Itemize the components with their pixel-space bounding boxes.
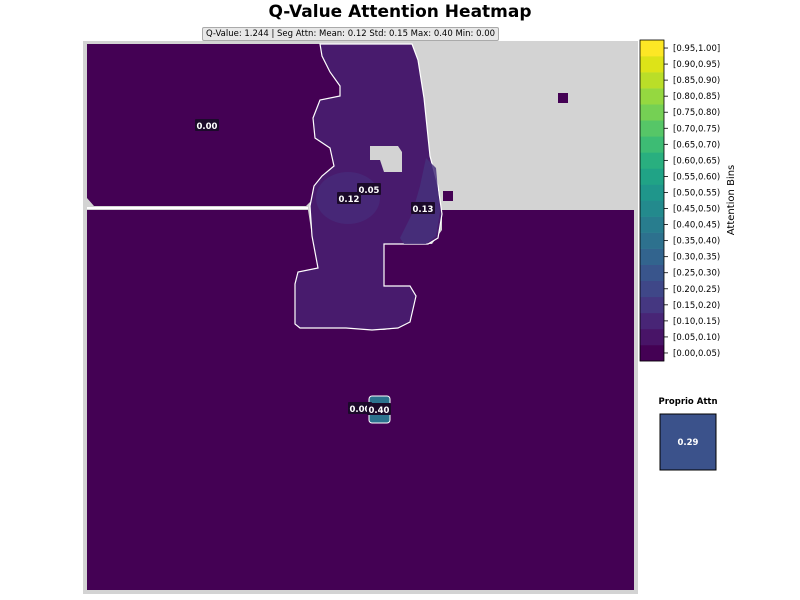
region-label-text: 0.12: [339, 195, 360, 205]
small-square: [558, 93, 568, 103]
colorbar-tick-label: [0.25,0.30): [673, 269, 720, 279]
colorbar-tick-label: [0.90,0.95): [673, 60, 720, 70]
proprio-attn-value: 0.29: [678, 438, 699, 448]
colorbar-tick-label: [0.30,0.35): [673, 253, 720, 263]
colorbar-bin: [640, 232, 664, 249]
colorbar-tick-label: [0.10,0.15): [673, 317, 720, 327]
region-label: 0.12: [337, 192, 361, 205]
small-square: [443, 191, 453, 201]
colorbar-tick-label: [0.05,0.10): [673, 333, 720, 343]
heatmap-figure: 0.00 0.05 0.12 0.13 0.00 0.40 [0.00,0.05…: [83, 39, 737, 594]
colorbar-tick-label: [0.35,0.40): [673, 237, 720, 247]
colorbar-tick-label: [0.75,0.80): [673, 108, 720, 118]
colorbar-bin: [640, 264, 664, 282]
region-label: 0.13: [411, 202, 435, 215]
colorbar-tick-label: [0.50,0.55): [673, 188, 720, 198]
colorbar-tick-label: [0.40,0.45): [673, 221, 720, 231]
colorbar: [0.00,0.05) [0.05,0.10) [0.10,0.15) [0.15,0…: [640, 40, 720, 362]
colorbar-tick-label: [0.60,0.65): [673, 156, 720, 166]
colorbar-bin: [640, 168, 664, 185]
colorbar-bin: [640, 136, 664, 153]
colorbar-bin: [640, 280, 664, 298]
colorbar-bin: [640, 296, 664, 314]
colorbar-bin: [640, 88, 664, 105]
colorbar-bin: [640, 312, 664, 330]
colorbar-tick-label: [0.65,0.70): [673, 140, 720, 150]
colorbar-tick-label: [0.95,1.00]: [673, 44, 720, 54]
colorbar-bin: [640, 248, 664, 265]
colorbar-tick-label: [0.00,0.05): [673, 349, 720, 359]
region-label-text: 0.05: [359, 186, 380, 196]
region-label-text: 0.13: [413, 205, 434, 215]
colorbar-tick-label: [0.15,0.20): [673, 301, 720, 311]
colorbar-bin: [640, 344, 664, 362]
region-label-text: 0.40: [369, 406, 390, 416]
colorbar-tick-label: [0.55,0.60): [673, 172, 720, 182]
colorbar-bin: [640, 120, 664, 137]
colorbar-tick-label: [0.85,0.90): [673, 76, 720, 86]
region-label-text: 0.00: [197, 122, 218, 132]
region-label: 0.40: [367, 403, 391, 416]
colorbar-bin: [640, 152, 664, 169]
proprio-attn-title: Proprio Attn: [658, 397, 718, 407]
region-label: 0.00: [195, 119, 219, 132]
colorbar-tick-label: [0.45,0.50): [673, 205, 720, 215]
colorbar-bin: [640, 216, 664, 233]
colorbar-bin: [640, 184, 664, 201]
colorbar-bin: [640, 328, 664, 346]
colorbar-bin: [640, 72, 664, 89]
colorbar-bin: [640, 200, 664, 217]
colorbar-label: Attention Bins: [726, 165, 737, 236]
colorbar-tick-label: [0.20,0.25): [673, 285, 720, 295]
colorbar-bin: [640, 104, 664, 121]
colorbar-bin: [640, 56, 664, 73]
colorbar-bin: [640, 40, 664, 57]
colorbar-tick-label: [0.70,0.75): [673, 124, 720, 134]
colorbar-tick-label: [0.80,0.85): [673, 92, 720, 102]
